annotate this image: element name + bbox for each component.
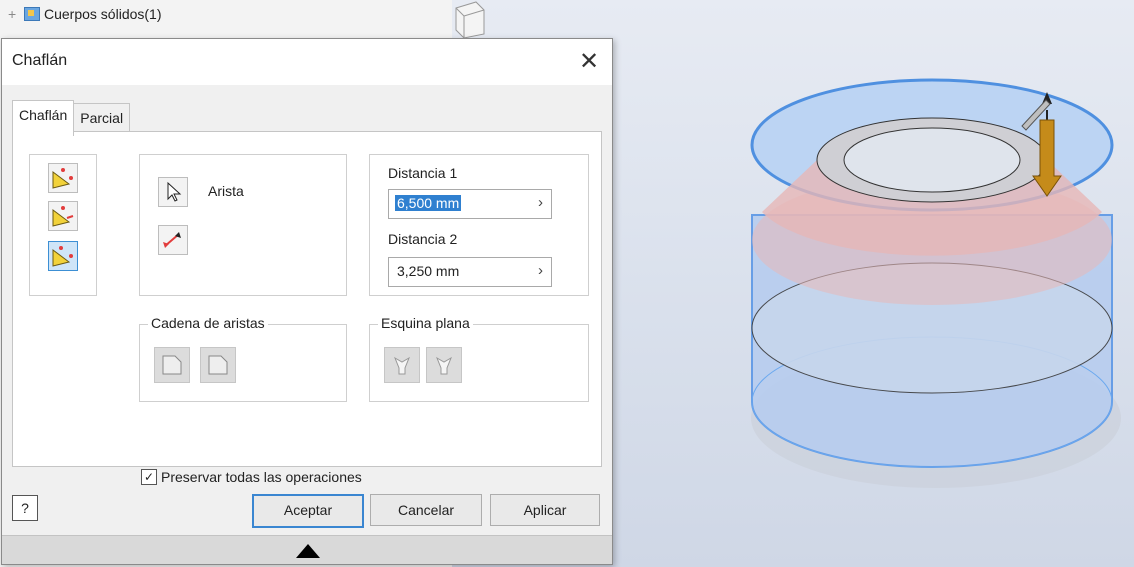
tree-label: Cuerpos sólidos(1) [44,6,162,22]
chamfer-distance-angle-icon[interactable] [48,201,78,231]
ok-button[interactable]: Aceptar [252,494,364,528]
chamfer-dialog: Chaflán ✕ Chaflán Parcial Arista Distanc… [1,38,613,565]
preserve-label: Preservar todas las operaciones [161,469,362,485]
tab-partial[interactable]: Parcial [73,103,131,131]
method-group [29,154,97,296]
flat-corner-label: Esquina plana [378,315,473,331]
dialog-collapse-bar[interactable] [2,535,612,564]
tree-row-solid-bodies[interactable]: + Cuerpos sólidos(1) [8,2,162,26]
flat-corner-group: Esquina plana [369,315,589,402]
dialog-tabs: Chaflán Parcial [12,100,131,136]
chevron-right-icon[interactable]: › [538,262,543,279]
help-icon[interactable]: ? [12,495,38,521]
collapse-arrow-icon[interactable] [296,544,320,558]
single-edge-icon[interactable] [200,347,236,383]
distance1-value[interactable]: 6,500 mm [395,195,462,211]
chamfer-distance-icon[interactable] [48,163,78,193]
chain-edges-icon[interactable] [154,347,190,383]
cancel-button[interactable]: Cancelar [370,494,482,526]
distance2-input[interactable]: 3,250 mm › [388,257,552,287]
select-cursor-icon[interactable] [158,177,188,207]
chevron-right-icon[interactable]: › [538,194,543,211]
dialog-title: Chaflán [12,52,68,69]
apply-button[interactable]: Aplicar [490,494,600,526]
expand-icon[interactable]: + [8,6,20,22]
edge-group: Arista [139,154,347,296]
edge-chain-label: Cadena de aristas [148,315,268,331]
folder-icon [24,7,40,21]
corner-flat-icon[interactable] [426,347,462,383]
chamfer-two-distances-icon[interactable] [48,241,78,271]
tab-panel: Arista Distancia 1 6,500 mm › Distancia … [12,131,602,485]
viewcube-icon[interactable] [452,0,486,40]
distance1-input[interactable]: 6,500 mm › [388,189,552,219]
close-icon[interactable]: ✕ [574,47,604,77]
edge-label: Arista [208,183,244,199]
edge-chain-group: Cadena de aristas [139,315,347,402]
distance1-label: Distancia 1 [388,165,458,181]
dialog-titlebar[interactable]: Chaflán ✕ [2,39,612,85]
distance-group: Distancia 1 6,500 mm › Distancia 2 3,250… [369,154,589,296]
preserve-checkbox[interactable]: ✓ [141,469,157,485]
tab-chamfer[interactable]: Chaflán [12,100,75,136]
distance2-value[interactable]: 3,250 mm [395,263,461,279]
preserve-all-features[interactable]: ✓ Preservar todas las operaciones [141,469,362,485]
distance2-label: Distancia 2 [388,231,458,247]
corner-setback-icon[interactable] [384,347,420,383]
flip-icon[interactable] [158,225,188,255]
